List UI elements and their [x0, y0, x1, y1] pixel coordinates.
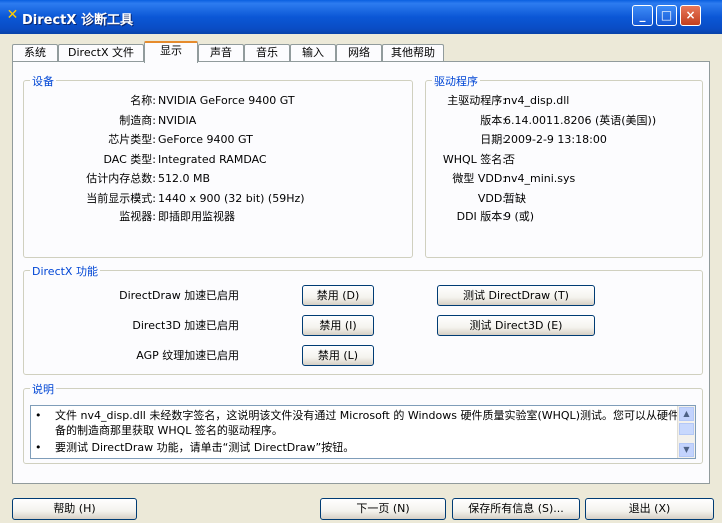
- driver-label: 日期:: [480, 133, 506, 146]
- tab-music[interactable]: 音乐: [244, 44, 290, 62]
- feature-status: 已启用: [206, 319, 239, 332]
- directx-icon: ✕: [6, 7, 19, 23]
- bullet-icon: •: [35, 441, 42, 454]
- device-row-memory: 估计内存总数: 512.0 MB: [24, 171, 412, 186]
- device-group: 设备 名称: NVIDIA GeForce 9400 GT 制造商: NVIDI…: [23, 73, 413, 258]
- tab-more-help[interactable]: 其他帮助: [382, 44, 444, 62]
- device-row-chip: 芯片类型: GeForce 9400 GT: [24, 132, 412, 147]
- help-button[interactable]: 帮助 (H): [12, 498, 137, 520]
- feature-label: Direct3D 加速:: [132, 319, 210, 332]
- maximize-button[interactable]: □: [656, 5, 677, 26]
- device-value: Integrated RAMDAC: [158, 153, 267, 166]
- note-text: 要测试 DirectDraw 功能，请单击“测试 DirectDraw”按钮。: [55, 441, 355, 454]
- driver-value: 9 (或): [504, 210, 535, 223]
- test-direct3d-button[interactable]: 测试 Direct3D (E): [437, 315, 595, 336]
- device-label: 当前显示模式:: [86, 192, 156, 205]
- driver-row-whql: WHQL 签名: 否: [426, 152, 702, 167]
- device-label: 估计内存总数:: [86, 172, 156, 185]
- device-label: 监视器:: [119, 210, 156, 223]
- save-all-info-button[interactable]: 保存所有信息 (S)...: [452, 498, 580, 520]
- driver-row-main: 主驱动程序: nv4_disp.dll: [426, 93, 702, 108]
- notes-group: 说明 • 文件 nv4_disp.dll 未经数字签名，这说明该文件没有通过 M…: [23, 381, 703, 464]
- exit-button[interactable]: 退出 (X): [585, 498, 714, 520]
- driver-value: nv4_disp.dll: [504, 94, 570, 107]
- driver-value: nv4_mini.sys: [504, 172, 576, 185]
- driver-legend: 驱动程序: [432, 73, 480, 89]
- bullet-icon: •: [35, 409, 42, 422]
- device-value: GeForce 9400 GT: [158, 133, 253, 146]
- tab-input[interactable]: 输入: [290, 44, 336, 62]
- feature-label: DirectDraw 加速:: [119, 289, 210, 302]
- scroll-thumb[interactable]: [679, 423, 694, 435]
- driver-label: 版本:: [480, 114, 506, 127]
- device-legend: 设备: [30, 73, 56, 89]
- list-item: • 要测试 DirectDraw 功能，请单击“测试 DirectDraw”按钮…: [35, 440, 695, 455]
- scroll-up-icon[interactable]: ▲: [679, 407, 694, 421]
- driver-row-date: 日期: 2009-2-9 13:18:00: [426, 132, 702, 147]
- device-row-name: 名称: NVIDIA GeForce 9400 GT: [24, 93, 412, 108]
- driver-label: VDD:: [477, 192, 506, 205]
- device-value: 1440 x 900 (32 bit) (59Hz): [158, 192, 305, 205]
- test-directdraw-button[interactable]: 测试 DirectDraw (T): [437, 285, 595, 306]
- note-text: 文件 nv4_disp.dll 未经数字签名，这说明该文件没有通过 Micros…: [55, 409, 690, 437]
- device-label: DAC 类型:: [103, 153, 157, 166]
- driver-value: 否: [504, 153, 515, 166]
- driver-row-mini-vdd: 微型 VDD: nv4_mini.sys: [426, 171, 702, 186]
- device-row-dac: DAC 类型: Integrated RAMDAC: [24, 152, 412, 167]
- tab-network[interactable]: 网络: [336, 44, 382, 62]
- driver-row-version: 版本: 6.14.0011.8206 (英语(美国)): [426, 113, 702, 128]
- driver-group: 驱动程序 主驱动程序: nv4_disp.dll 版本: 6.14.0011.8…: [425, 73, 703, 258]
- device-row-display-mode: 当前显示模式: 1440 x 900 (32 bit) (59Hz): [24, 191, 412, 206]
- feature-status: 已启用: [206, 289, 239, 302]
- disable-direct3d-button[interactable]: 禁用 (I): [302, 315, 374, 336]
- title-bar[interactable]: ✕ DirectX 诊断工具 _ □ ×: [0, 0, 722, 34]
- minimize-button[interactable]: _: [632, 5, 653, 26]
- device-label: 制造商:: [119, 114, 156, 127]
- notes-scrollbar[interactable]: ▲ ▼: [677, 406, 695, 458]
- next-page-button[interactable]: 下一页 (N): [320, 498, 446, 520]
- feature-status: 已启用: [206, 349, 239, 362]
- driver-row-ddi: DDI 版本: 9 (或): [426, 209, 702, 224]
- driver-label: 主驱动程序:: [447, 94, 506, 107]
- features-legend: DirectX 功能: [30, 263, 100, 279]
- directx-features-group: DirectX 功能 DirectDraw 加速: 已启用 禁用 (D) 测试 …: [23, 263, 703, 375]
- driver-label: 微型 VDD:: [452, 172, 506, 185]
- device-value: NVIDIA: [158, 114, 197, 127]
- feature-label: AGP 纹理加速:: [136, 349, 210, 362]
- disable-directdraw-button[interactable]: 禁用 (D): [302, 285, 374, 306]
- driver-row-vdd: VDD: 暂缺: [426, 191, 702, 206]
- scroll-down-icon[interactable]: ▼: [679, 443, 694, 457]
- tab-system[interactable]: 系统: [12, 44, 58, 62]
- disable-agp-button[interactable]: 禁用 (L): [302, 345, 374, 366]
- device-row-manufacturer: 制造商: NVIDIA: [24, 113, 412, 128]
- tab-directx-files[interactable]: DirectX 文件: [58, 44, 144, 62]
- close-button[interactable]: ×: [680, 5, 701, 26]
- display-panel: 设备 名称: NVIDIA GeForce 9400 GT 制造商: NVIDI…: [12, 61, 710, 484]
- driver-value: 暂缺: [504, 192, 526, 205]
- driver-label: DDI 版本:: [456, 210, 506, 223]
- device-label: 名称:: [130, 94, 156, 107]
- driver-value: 6.14.0011.8206 (英语(美国)): [504, 114, 657, 127]
- list-item: • 文件 nv4_disp.dll 未经数字签名，这说明该文件没有通过 Micr…: [35, 408, 695, 438]
- device-label: 芯片类型:: [108, 133, 156, 146]
- notes-list[interactable]: • 文件 nv4_disp.dll 未经数字签名，这说明该文件没有通过 Micr…: [30, 405, 696, 459]
- device-row-monitor: 监视器: 即插即用监视器: [24, 209, 412, 224]
- tab-display[interactable]: 显示: [144, 41, 198, 63]
- window-title: DirectX 诊断工具: [22, 13, 133, 28]
- tab-sound[interactable]: 声音: [198, 44, 244, 62]
- driver-value: 2009-2-9 13:18:00: [504, 133, 607, 146]
- device-value: 即插即用监视器: [158, 210, 235, 223]
- device-value: NVIDIA GeForce 9400 GT: [158, 94, 295, 107]
- notes-legend: 说明: [30, 381, 56, 397]
- device-value: 512.0 MB: [158, 172, 211, 185]
- driver-label: WHQL 签名:: [442, 153, 506, 166]
